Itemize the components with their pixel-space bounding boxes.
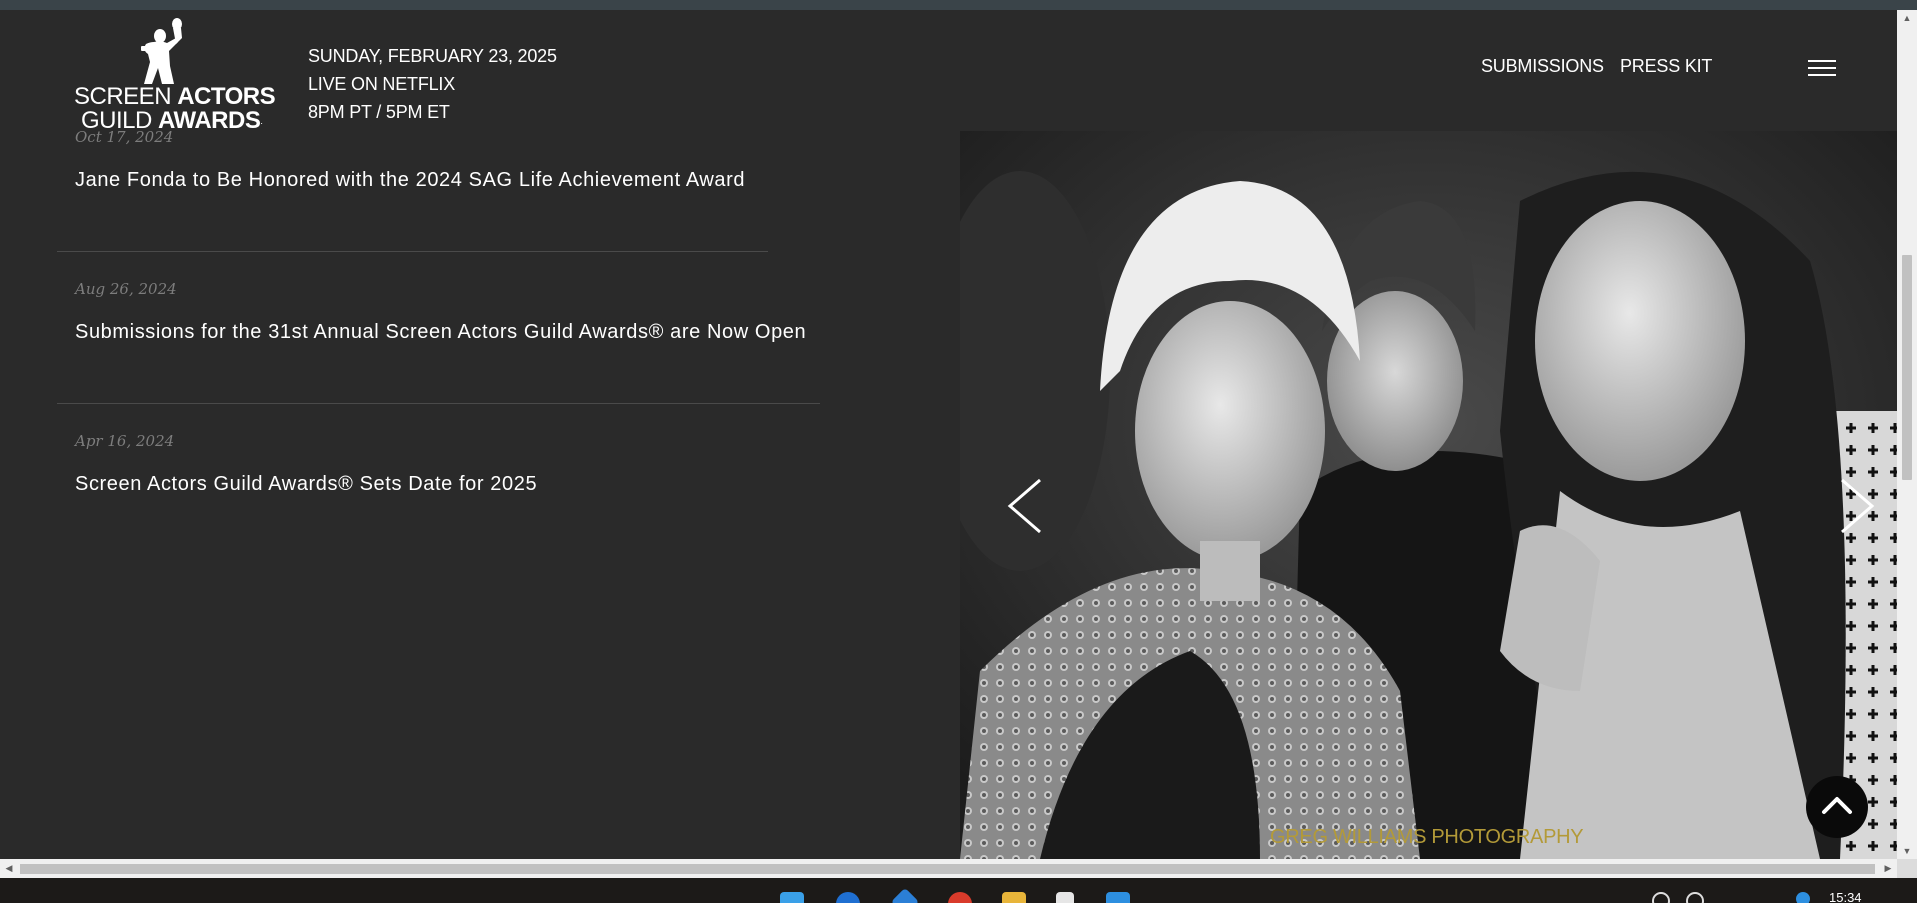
event-time: 8PM PT / 5PM ET bbox=[308, 102, 450, 122]
scroll-left-arrow-icon[interactable]: ◀ bbox=[0, 859, 18, 878]
scrollbar-corner bbox=[1897, 859, 1917, 878]
browser-top-strip bbox=[0, 0, 1917, 10]
vertical-scroll-thumb[interactable] bbox=[1902, 255, 1912, 480]
windows-start-icon[interactable] bbox=[780, 892, 804, 903]
notification-icon[interactable] bbox=[1796, 892, 1810, 903]
hamburger-menu-icon[interactable] bbox=[1808, 60, 1836, 80]
back-to-top-button[interactable] bbox=[1806, 776, 1868, 838]
news-date: Aug 26, 2024 bbox=[75, 280, 177, 298]
file-explorer-icon[interactable] bbox=[1002, 892, 1026, 903]
scroll-down-arrow-icon[interactable]: ▼ bbox=[1897, 843, 1917, 859]
vscode-icon[interactable] bbox=[1106, 892, 1130, 903]
news-title-link[interactable]: Screen Actors Guild Awards® Sets Date fo… bbox=[75, 473, 537, 496]
scroll-right-arrow-icon[interactable]: ▶ bbox=[1879, 859, 1897, 878]
news-date: Apr 16, 2024 bbox=[75, 432, 175, 450]
logo-line-1: SCREEN ACTORS bbox=[74, 83, 276, 110]
nav-press-kit-link[interactable]: PRESS KIT bbox=[1620, 56, 1712, 77]
news-divider bbox=[57, 251, 768, 252]
chevron-up-icon bbox=[1822, 797, 1852, 814]
edge-browser-icon[interactable] bbox=[836, 892, 860, 903]
actor-statuette-icon bbox=[141, 18, 182, 84]
notepad-icon[interactable] bbox=[1056, 892, 1074, 903]
page: SCREEN ACTORS GUILD AWARDS. SUNDAY, FEBR… bbox=[0, 10, 1897, 859]
nav-submissions-link[interactable]: SUBMISSIONS bbox=[1481, 56, 1604, 77]
event-date: SUNDAY, FEBRUARY 23, 2025 bbox=[308, 46, 557, 66]
event-info: SUNDAY, FEBRUARY 23, 2025 LIVE ON NETFLI… bbox=[308, 42, 557, 126]
store-icon[interactable] bbox=[890, 887, 920, 903]
network-icon[interactable] bbox=[1686, 892, 1704, 903]
carousel-photo bbox=[960, 131, 1897, 859]
taskbar: 15:34 bbox=[0, 878, 1917, 903]
scroll-up-arrow-icon[interactable]: ▲ bbox=[1897, 10, 1917, 26]
news-title-link[interactable]: Submissions for the 31st Annual Screen A… bbox=[75, 321, 806, 344]
vertical-scrollbar[interactable]: ▲ ▼ bbox=[1897, 10, 1917, 859]
photo-carousel: GREG WILLIAMS PHOTOGRAPHY bbox=[960, 131, 1897, 859]
news-date: Oct 17, 2024 bbox=[75, 128, 174, 146]
event-broadcast: LIVE ON NETFLIX bbox=[308, 74, 456, 94]
photo-credit: GREG WILLIAMS PHOTOGRAPHY bbox=[1270, 826, 1584, 848]
horizontal-scrollbar[interactable]: ◀ ▶ bbox=[0, 859, 1897, 878]
horizontal-scroll-thumb[interactable] bbox=[20, 864, 1875, 874]
system-tray-icon[interactable] bbox=[1652, 892, 1670, 903]
chevron-left-icon[interactable] bbox=[1002, 476, 1048, 536]
news-title-link[interactable]: Jane Fonda to Be Honored with the 2024 S… bbox=[75, 169, 745, 192]
taskbar-clock[interactable]: 15:34 bbox=[1829, 890, 1862, 903]
chevron-right-icon[interactable] bbox=[1834, 476, 1880, 536]
chrome-icon[interactable] bbox=[948, 892, 972, 903]
news-divider bbox=[57, 403, 820, 404]
sag-awards-logo[interactable]: SCREEN ACTORS GUILD AWARDS. bbox=[74, 18, 276, 136]
